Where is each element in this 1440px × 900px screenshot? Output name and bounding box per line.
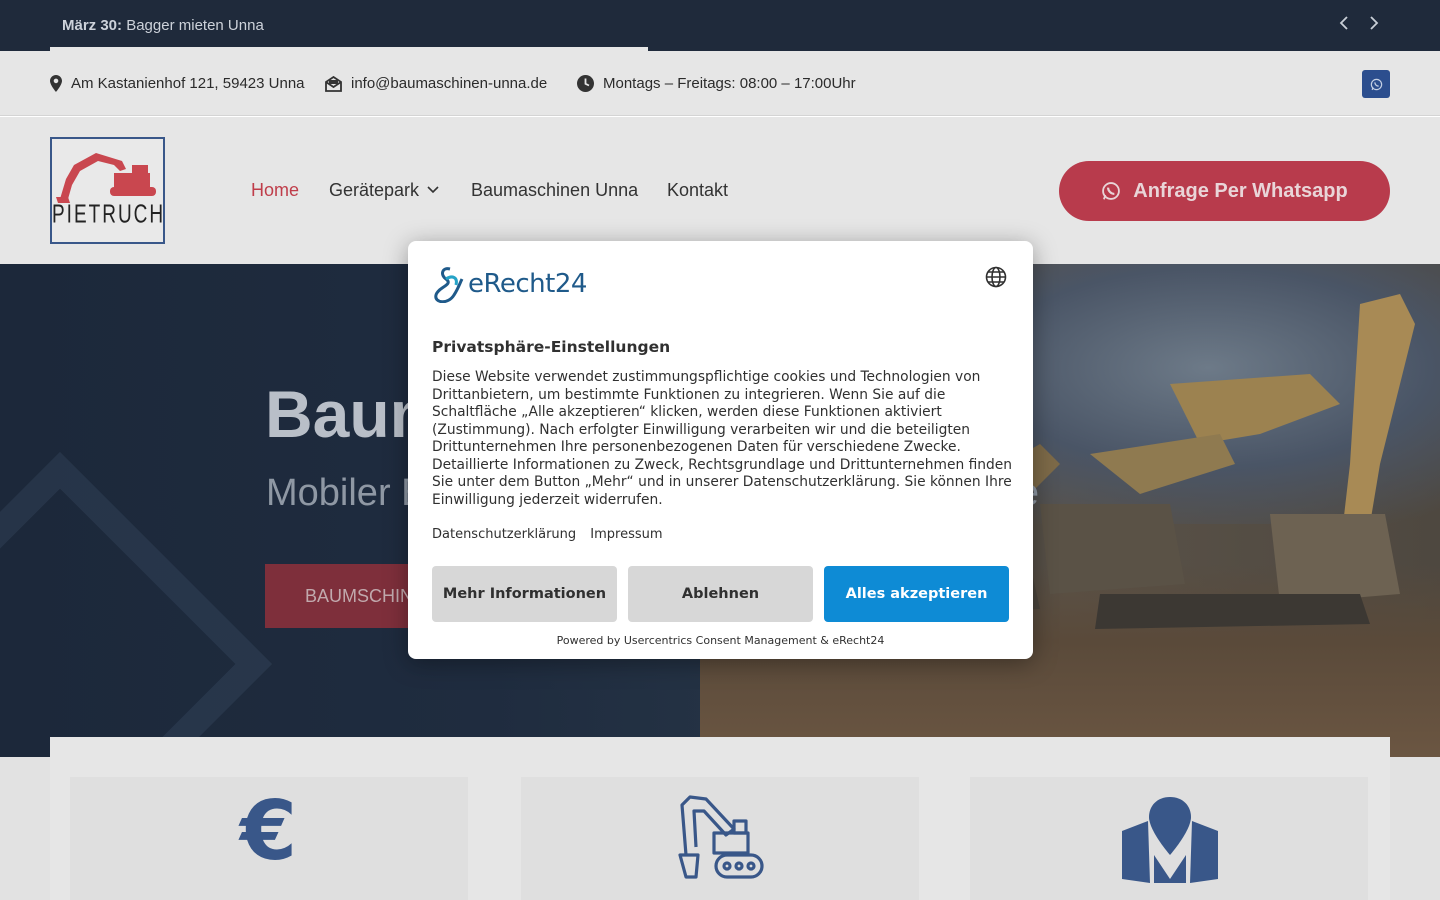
news-ticker: März 30: Bagger mieten Unna <box>0 0 1440 51</box>
nav-item-label: Gerätepark <box>329 180 420 200</box>
ticker-date: März 30: <box>62 17 123 34</box>
email-link[interactable]: info@baumaschinen-unna.de <box>351 75 547 92</box>
email-info[interactable]: info@baumaschinen-unna.de <box>325 75 547 92</box>
erecht24-brand-text: eRecht24 <box>468 269 587 299</box>
map-pin-icon <box>50 75 62 92</box>
consent-title: Privatsphäre-Einstellungen <box>432 338 671 356</box>
feature-card-price: € <box>70 777 468 900</box>
nav-item-kontakt[interactable]: Kontakt <box>667 180 728 201</box>
cookie-consent-dialog: eRecht24 Privatsphäre-Einstellungen Dies… <box>408 241 1033 659</box>
hours-text: Montags – Freitags: 08:00 – 17:00Uhr <box>603 75 856 92</box>
chevron-right-icon[interactable] <box>1364 14 1384 36</box>
powered-by-text: Powered by Usercentrics Consent Manageme… <box>556 634 885 647</box>
address-text: Am Kastanienhof 121, 59423 Unna <box>71 75 305 92</box>
cta-label: Anfrage Per Whatsapp <box>1133 179 1348 202</box>
map-location-icon <box>1122 797 1218 883</box>
whatsapp-inquiry-button[interactable]: Anfrage Per Whatsapp <box>1059 161 1390 221</box>
whatsapp-icon <box>1370 78 1382 90</box>
imprint-link[interactable]: Impressum <box>590 527 662 542</box>
whatsapp-icon <box>1102 182 1121 200</box>
language-globe-icon[interactable] <box>985 266 1007 292</box>
chevron-down-icon <box>427 181 439 197</box>
erecht24-logo: eRecht24 <box>432 265 587 303</box>
accept-all-button[interactable]: Alles akzeptieren <box>824 566 1009 622</box>
chevron-left-icon[interactable] <box>1334 14 1354 36</box>
decline-button[interactable]: Ablehnen <box>628 566 813 622</box>
erecht24-logo-icon <box>434 267 464 303</box>
consent-body-text: Diese Website verwendet zustimmungspflic… <box>432 369 1013 508</box>
site-logo[interactable]: PIETRUCHA <box>50 137 165 244</box>
hours-info: Montags – Freitags: 08:00 – 17:00Uhr <box>577 75 856 92</box>
excavator-icon <box>678 795 764 879</box>
clock-icon <box>577 75 594 92</box>
nav-item-home[interactable]: Home <box>251 180 299 201</box>
privacy-policy-link[interactable]: Datenschutzerklärung <box>432 527 576 542</box>
envelope-open-icon <box>325 75 342 92</box>
ticker-headline[interactable]: Bagger mieten Unna <box>126 17 264 34</box>
more-information-button[interactable]: Mehr Informationen <box>432 566 617 622</box>
logo-text: PIETRUCHA <box>52 201 165 230</box>
contact-info-bar: Am Kastanienhof 121, 59423 Unna info@bau… <box>0 51 1440 116</box>
feature-card-machines <box>521 777 919 900</box>
excavator-logo-icon <box>56 153 156 203</box>
feature-card-location <box>970 777 1368 900</box>
nav-item-geraetepark[interactable]: Gerätepark <box>329 180 439 201</box>
whatsapp-social-button[interactable] <box>1362 70 1390 98</box>
consent-links: Datenschutzerklärung Impressum <box>432 527 673 542</box>
ticker-item[interactable]: März 30: Bagger mieten Unna <box>62 17 264 34</box>
decorative-diamond <box>0 451 273 757</box>
features-section: € <box>50 737 1390 900</box>
euro-icon: € <box>240 784 298 879</box>
address-info: Am Kastanienhof 121, 59423 Unna <box>50 75 305 92</box>
nav-item-baumaschinen-unna[interactable]: Baumaschinen Unna <box>471 180 638 201</box>
